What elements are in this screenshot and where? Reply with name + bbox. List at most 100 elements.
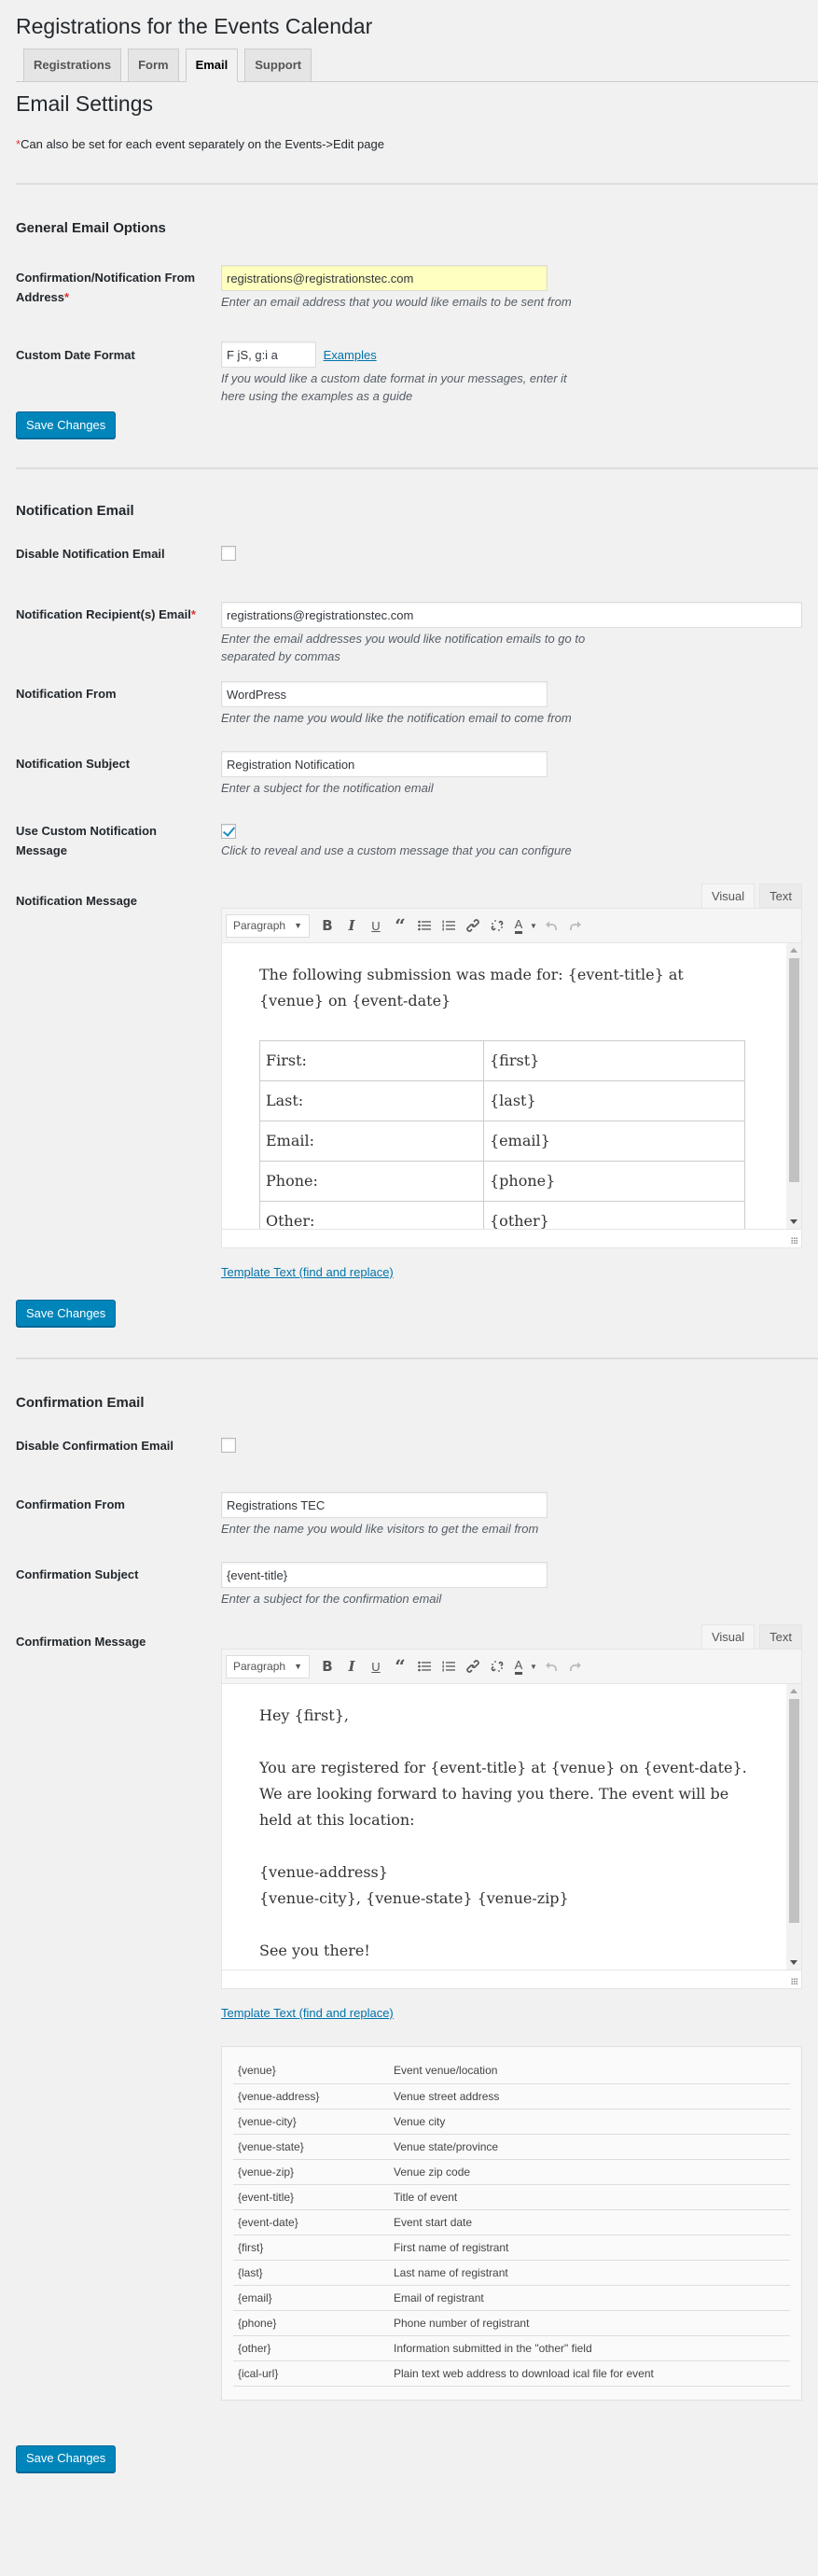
- settings-note: *Can also be set for each event separate…: [16, 131, 818, 183]
- save-changes-button-notification[interactable]: Save Changes: [16, 1300, 117, 1327]
- link-icon[interactable]: [461, 913, 485, 938]
- template-tag: {venue-city}: [233, 2109, 389, 2135]
- confirmation-address-line1: {venue-address}: [259, 1863, 388, 1881]
- template-tag-description: Email of registrant: [389, 2285, 790, 2311]
- template-tag: {last}: [233, 2260, 389, 2286]
- editor-mode-tabs: Visual Text: [221, 884, 802, 908]
- notification-email: Notification Email Disable Notification …: [16, 469, 818, 1327]
- bold-icon[interactable]: B: [315, 1654, 340, 1678]
- notification-from-input[interactable]: [221, 681, 548, 707]
- note-text: Can also be set for each event separatel…: [21, 137, 384, 151]
- editor-scrollbar[interactable]: [786, 943, 801, 1229]
- confirmation-template-link[interactable]: Template Text (find and replace): [221, 2006, 394, 2020]
- numbered-list-icon[interactable]: [437, 913, 461, 938]
- disable-confirmation-checkbox[interactable]: [221, 1438, 236, 1453]
- from-address-input[interactable]: [221, 265, 548, 291]
- confirmation-message-content[interactable]: Hey {first}, You are registered for {eve…: [222, 1684, 801, 1970]
- scroll-down-icon[interactable]: [790, 1219, 797, 1224]
- redo-icon[interactable]: [563, 1654, 588, 1678]
- template-tag: {venue}: [233, 2058, 389, 2084]
- unlink-icon[interactable]: [485, 1654, 509, 1678]
- text-color-icon[interactable]: A: [509, 913, 528, 938]
- blockquote-icon[interactable]: “: [388, 1654, 412, 1678]
- link-icon[interactable]: [461, 1654, 485, 1678]
- redo-icon[interactable]: [563, 913, 588, 938]
- page-title: Email Settings: [16, 91, 154, 116]
- bold-icon[interactable]: B: [315, 913, 340, 938]
- template-tag: {first}: [233, 2235, 389, 2261]
- unlink-icon[interactable]: [485, 913, 509, 938]
- tab-email[interactable]: Email: [185, 49, 239, 82]
- template-tag: {other}: [233, 2335, 389, 2361]
- save-changes-button-confirmation[interactable]: Save Changes: [16, 2444, 117, 2472]
- undo-icon[interactable]: [539, 913, 563, 938]
- editor-scrollbar[interactable]: [786, 1684, 801, 1970]
- scroll-down-icon[interactable]: [790, 1960, 797, 1965]
- undo-icon[interactable]: [539, 1654, 563, 1678]
- confirmation-subject-input[interactable]: [221, 1562, 548, 1588]
- italic-icon[interactable]: I: [340, 1654, 364, 1678]
- editor-toolbar: Paragraph ▼ B I U “ A ▼: [222, 1650, 801, 1684]
- chevron-down-icon[interactable]: ▼: [528, 913, 539, 938]
- confirmation-from-input[interactable]: [221, 1492, 548, 1518]
- date-format-input[interactable]: [221, 341, 316, 368]
- format-select[interactable]: Paragraph ▼: [226, 913, 310, 938]
- disable-confirmation-label: Disable Confirmation Email: [16, 1439, 174, 1453]
- disable-notification-checkbox[interactable]: [221, 546, 236, 561]
- scroll-up-icon[interactable]: [790, 1689, 797, 1693]
- notification-recipients-input[interactable]: [221, 602, 802, 628]
- nav-tabs: Registrations Form Email Support: [16, 47, 818, 82]
- confirmation-address-line2: {venue-city}, {venue-state} {venue-zip}: [259, 1889, 569, 1907]
- scrollbar-thumb[interactable]: [789, 958, 799, 1182]
- confirmation-closing: See you there!: [259, 1942, 370, 1959]
- notification-template-link[interactable]: Template Text (find and replace): [221, 1265, 394, 1279]
- numbered-list-icon[interactable]: [437, 1654, 461, 1678]
- save-changes-button-general[interactable]: Save Changes: [16, 411, 117, 439]
- editor-tab-text[interactable]: Text: [759, 884, 802, 908]
- scrollbar-thumb[interactable]: [789, 1699, 799, 1923]
- confirmation-subject-label: Confirmation Subject: [16, 1567, 139, 1581]
- tab-form[interactable]: Form: [128, 49, 179, 81]
- from-address-label: Confirmation/Notification From Address*: [16, 271, 196, 304]
- format-select[interactable]: Paragraph ▼: [226, 1654, 310, 1678]
- notification-fields-table: First: {first} Last: {last} Email: {email} …: [259, 1040, 745, 1229]
- bullet-list-icon[interactable]: [412, 913, 437, 938]
- table-row: {phone} Phone number of registrant: [233, 2310, 790, 2336]
- template-tag-description: First name of registrant: [389, 2235, 790, 2261]
- blockquote-icon[interactable]: “: [388, 913, 412, 938]
- date-format-examples-link[interactable]: Examples: [324, 348, 377, 362]
- confirmation-body: You are registered for {event-title} at …: [259, 1759, 747, 1829]
- notification-subject-input[interactable]: [221, 751, 548, 777]
- editor-tab-visual[interactable]: Visual: [700, 1624, 756, 1649]
- notification-subject-row: Notification Subject Enter a subject for…: [16, 751, 818, 821]
- use-custom-notification-checkbox[interactable]: [221, 824, 236, 839]
- table-row: {ical-url} Plain text web address to down…: [233, 2360, 790, 2387]
- table-row: {event-date} Event start date: [233, 2209, 790, 2235]
- table-row: {event-title} Title of event: [233, 2184, 790, 2210]
- template-tag-description: Last name of registrant: [389, 2260, 790, 2286]
- notification-message-content[interactable]: The following submission was made for: {…: [222, 943, 801, 1229]
- resize-handle[interactable]: [791, 1978, 798, 1985]
- resize-handle[interactable]: [791, 1237, 798, 1245]
- underline-icon[interactable]: U: [364, 913, 388, 938]
- tab-support[interactable]: Support: [244, 49, 312, 81]
- confirmation-from-label: Confirmation From: [16, 1497, 125, 1511]
- italic-icon[interactable]: I: [340, 913, 364, 938]
- notification-recipients-row: Notification Recipient(s) Email* Enter t…: [16, 591, 818, 681]
- tab-registrations[interactable]: Registrations: [23, 49, 122, 81]
- bullet-list-icon[interactable]: [412, 1654, 437, 1678]
- general-email-options: General Email Options Confirmation/Notif…: [16, 185, 818, 439]
- notification-subject-description: Enter a subject for the notification ema…: [221, 781, 434, 795]
- chevron-down-icon[interactable]: ▼: [528, 1654, 539, 1678]
- underline-icon[interactable]: U: [364, 1654, 388, 1678]
- text-color-icon[interactable]: A: [509, 1654, 528, 1678]
- editor-tab-visual[interactable]: Visual: [700, 884, 756, 908]
- section-title-general: General Email Options: [16, 220, 166, 236]
- notification-intro: The following submission was made for: {…: [259, 966, 684, 1010]
- editor-mode-tabs: Visual Text: [221, 1624, 802, 1649]
- template-tag: {ical-url}: [233, 2360, 389, 2387]
- confirmation-greeting: Hey {first},: [259, 1706, 349, 1724]
- scroll-up-icon[interactable]: [790, 948, 797, 953]
- editor-tab-text[interactable]: Text: [759, 1624, 802, 1649]
- confirmation-from-description: Enter the name you would like visitors t…: [221, 1522, 539, 1536]
